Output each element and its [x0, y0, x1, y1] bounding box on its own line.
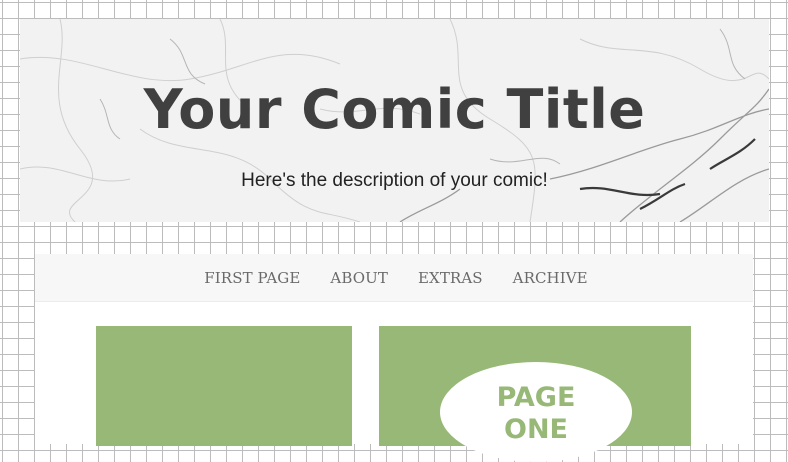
speech-bubble: PAGE ONE — [440, 362, 632, 462]
comic-panel-left — [96, 326, 352, 446]
main-content: FIRST PAGE ABOUT EXTRAS ARCHIVE PAGE ONE — [35, 254, 753, 462]
bubble-line-2: ONE — [504, 414, 568, 445]
comic-panel-right: PAGE ONE — [379, 326, 691, 462]
comic-description: Here's the description of your comic! — [241, 170, 548, 191]
site-header: Your Comic Title Here's the description … — [20, 19, 769, 222]
nav-extras-link[interactable]: EXTRAS — [418, 269, 483, 287]
nav-first-page-link[interactable]: FIRST PAGE — [204, 269, 300, 287]
speech-bubble-text: PAGE ONE — [440, 382, 632, 446]
comic-title: Your Comic Title — [143, 78, 646, 141]
bubble-line-1: PAGE — [496, 382, 576, 413]
nav-archive-link[interactable]: ARCHIVE — [513, 269, 588, 287]
main-navigation: FIRST PAGE ABOUT EXTRAS ARCHIVE — [35, 254, 753, 302]
nav-about-link[interactable]: ABOUT — [330, 269, 388, 287]
